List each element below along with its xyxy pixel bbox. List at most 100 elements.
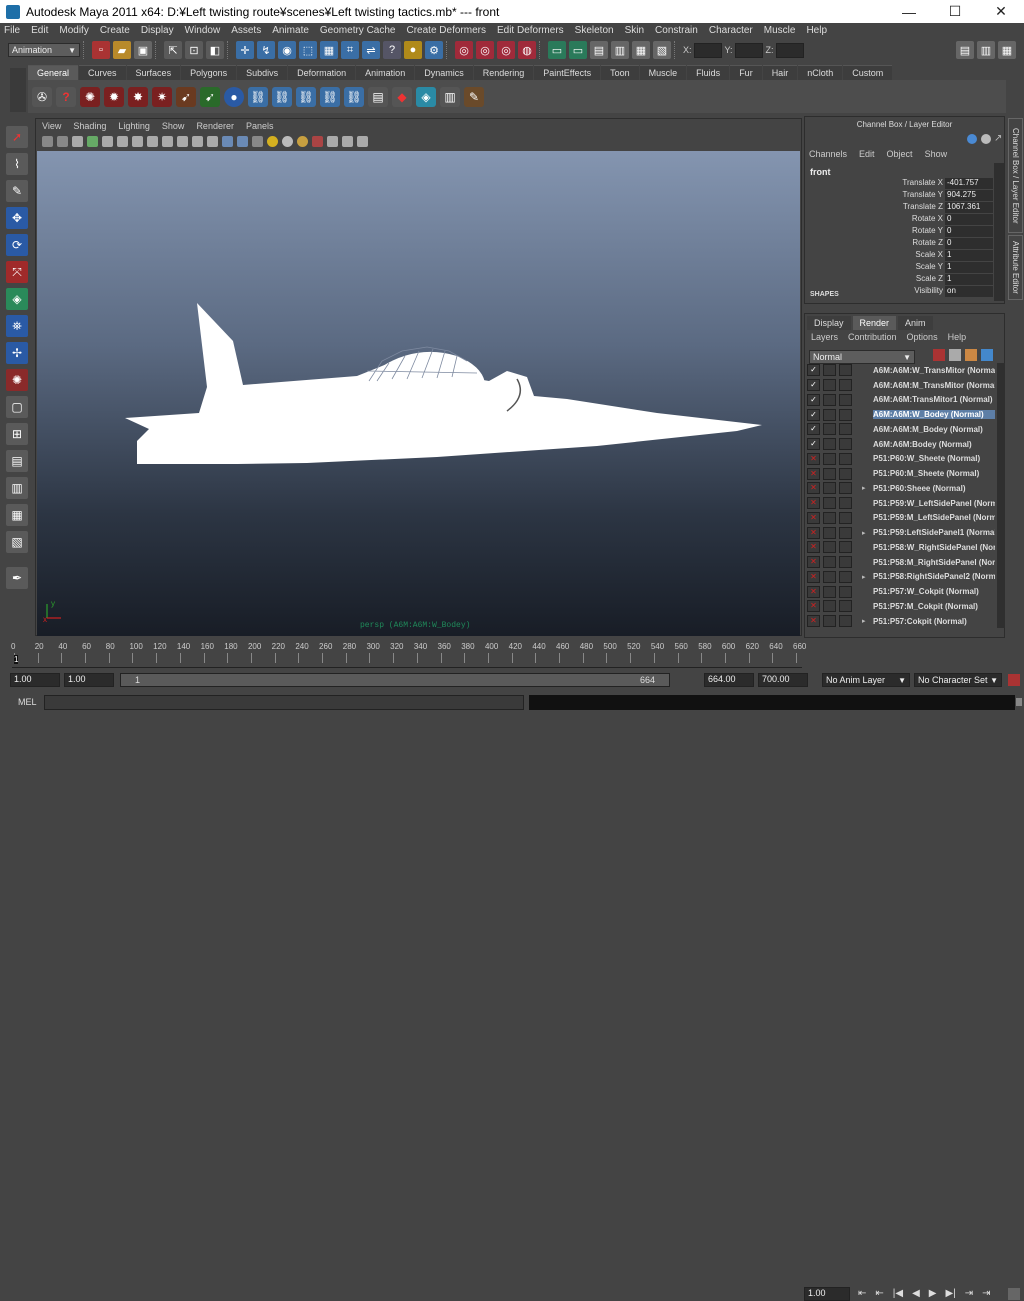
anim-layer-dropdown[interactable]: No Anim Layer ▼ — [822, 673, 910, 687]
layer-recycle-toggle[interactable] — [823, 423, 836, 436]
gate-mask-icon[interactable] — [147, 136, 158, 147]
layer-visibility-toggle[interactable]: ✓ — [807, 423, 820, 436]
layer-recycle-toggle[interactable] — [823, 497, 836, 510]
layer-visibility-toggle[interactable]: ✕ — [807, 467, 820, 480]
cube-icon[interactable]: ◈ — [416, 86, 436, 107]
scale-tool-icon[interactable]: ⤧ — [6, 261, 28, 283]
layer-scrollbar[interactable] — [997, 363, 1005, 628]
layer-visibility-toggle[interactable]: ✕ — [807, 556, 820, 569]
viewport-menu-lighting[interactable]: Lighting — [118, 121, 150, 131]
command-input[interactable] — [44, 695, 524, 710]
z-field[interactable]: Z: — [766, 42, 804, 58]
shelf-tab-ncloth[interactable]: nCloth — [798, 65, 843, 80]
attr-row[interactable]: Translate X -401.757 — [867, 178, 995, 189]
step-back-frame-icon[interactable]: |◀ — [893, 1288, 903, 1299]
channel-icon[interactable] — [967, 134, 977, 144]
menu-display[interactable]: Display — [141, 25, 174, 36]
sphere-icon[interactable]: ● — [224, 86, 244, 107]
tab-attribute-editor[interactable]: Attribute Editor — [1008, 235, 1023, 300]
go-to-end-icon[interactable]: ⇥ — [982, 1288, 990, 1299]
shelf-tab-general[interactable]: General — [28, 65, 79, 80]
arrow-tool-icon[interactable]: ➹ — [176, 86, 196, 107]
shelf-tab-curves[interactable]: Curves — [79, 65, 126, 80]
layer-recycle-toggle[interactable] — [823, 364, 836, 377]
film-reel-icon[interactable]: ✇ — [32, 86, 52, 107]
layer-row[interactable]: ✕ ▸ P51:P58:RightSidePanel2 (Normal) — [807, 570, 995, 585]
layer-visibility-toggle[interactable]: ✕ — [807, 497, 820, 510]
xray-icon[interactable] — [327, 136, 338, 147]
make-live-icon[interactable]: ▦ — [320, 41, 338, 59]
four-pane-layout-icon[interactable]: ⊞ — [6, 423, 28, 445]
layer-render-toggle[interactable] — [839, 615, 852, 628]
select-component-icon[interactable]: ◧ — [206, 41, 224, 59]
layer-render-toggle[interactable] — [839, 600, 852, 613]
manipulator-icon[interactable]: ◈ — [6, 288, 28, 310]
save-scene-icon[interactable]: ▣ — [134, 41, 152, 59]
show-hide-channel-box-icon[interactable]: ▭ — [548, 41, 566, 59]
auto-key-icon[interactable] — [1008, 674, 1020, 686]
snap-point-icon[interactable]: ◉ — [278, 41, 296, 59]
close-button[interactable]: ✕ — [978, 0, 1024, 23]
green-arrow-icon[interactable]: ➹ — [200, 86, 220, 107]
layer-recycle-toggle[interactable] — [823, 438, 836, 451]
start-time-field[interactable]: 1.00 — [10, 673, 60, 687]
attr-value[interactable]: 1067.361 — [945, 202, 993, 213]
shelf-tab-subdivs[interactable]: Subdivs — [237, 65, 288, 80]
ik-handle-icon[interactable]: ⛓ — [272, 86, 292, 107]
layer-row[interactable]: ✕ P51:P57:M_Cokpit (Normal) — [807, 599, 995, 614]
attr-row[interactable]: Scale Y1 — [867, 262, 995, 273]
shelf-tab-surfaces[interactable]: Surfaces — [126, 65, 181, 80]
layer-row[interactable]: ✕ P51:P60:W_Sheete (Normal) — [807, 452, 995, 467]
menuset-dropdown[interactable]: Animation ▼ — [8, 43, 80, 57]
playback-end-field[interactable]: 664.00 — [704, 673, 754, 687]
playback-start-field[interactable]: 1.00 — [64, 673, 114, 687]
viewport-menu-shading[interactable]: Shading — [73, 121, 106, 131]
shadows-icon[interactable] — [282, 136, 293, 147]
mel-label[interactable]: MEL — [18, 697, 37, 707]
layer-visibility-toggle[interactable]: ✕ — [807, 452, 820, 465]
help-menu[interactable]: Help — [948, 332, 967, 342]
new-layer-icon[interactable] — [933, 349, 945, 361]
menu-help[interactable]: Help — [806, 25, 827, 36]
muscle-tool-icon[interactable]: ✺ — [80, 86, 100, 107]
layer-render-toggle[interactable] — [839, 482, 852, 495]
layer-visibility-toggle[interactable]: ✕ — [807, 526, 820, 539]
layer-render-toggle[interactable] — [839, 393, 852, 406]
shelf-tab-deformation[interactable]: Deformation — [288, 65, 356, 80]
layer-recycle-toggle[interactable] — [823, 511, 836, 524]
layer-recycle-toggle[interactable] — [823, 393, 836, 406]
joint-tool-icon[interactable]: ⛓ — [248, 86, 268, 107]
menu-modify[interactable]: Modify — [59, 25, 88, 36]
layer-visibility-toggle[interactable]: ✓ — [807, 379, 820, 392]
layer-list-icon[interactable] — [949, 349, 961, 361]
channel-box-toggle-icon[interactable]: ▤ — [956, 41, 974, 59]
wireframe-icon[interactable] — [207, 136, 218, 147]
layer-render-toggle[interactable] — [839, 526, 852, 539]
viewport-menu-show[interactable]: Show — [162, 121, 185, 131]
muscle-create-icon[interactable]: ✹ — [104, 86, 124, 107]
attr-row[interactable]: Rotate X0 — [867, 214, 995, 225]
layer-row[interactable]: ✕ P51:P60:M_Sheete (Normal) — [807, 466, 995, 481]
single-pane-layout-icon[interactable]: ▢ — [6, 396, 28, 418]
shelf-tab-rendering[interactable]: Rendering — [473, 65, 534, 80]
shelf-tab-toon[interactable]: Toon — [601, 65, 639, 80]
expand-arrow-icon[interactable]: ▸ — [862, 617, 866, 625]
tool-settings-toggle-icon[interactable]: ▦ — [998, 41, 1016, 59]
new-scene-icon[interactable]: ▫ — [92, 41, 110, 59]
attr-value[interactable]: 904.275 — [945, 190, 993, 201]
rotate-tool-icon[interactable]: ⟳ — [6, 234, 28, 256]
layer-visibility-toggle[interactable]: ✓ — [807, 393, 820, 406]
tab-render[interactable]: Render — [852, 316, 897, 330]
step-forward-frame-icon[interactable]: ▶| — [945, 1288, 955, 1299]
minimize-button[interactable]: — — [886, 0, 932, 23]
attr-value[interactable]: on — [945, 286, 993, 297]
layer-row[interactable]: ✕ P51:P57:W_Cokpit (Normal) — [807, 584, 995, 599]
shelf-tab-animation[interactable]: Animation — [356, 65, 415, 80]
viewport-menu-panels[interactable]: Panels — [246, 121, 274, 131]
menu-character[interactable]: Character — [709, 25, 753, 36]
layer-visibility-toggle[interactable]: ✓ — [807, 438, 820, 451]
layer-recycle-toggle[interactable] — [823, 526, 836, 539]
layer-render-toggle[interactable] — [839, 423, 852, 436]
layers-menu[interactable]: Layers — [811, 332, 838, 342]
shelf-tab-fur[interactable]: Fur — [730, 65, 762, 80]
